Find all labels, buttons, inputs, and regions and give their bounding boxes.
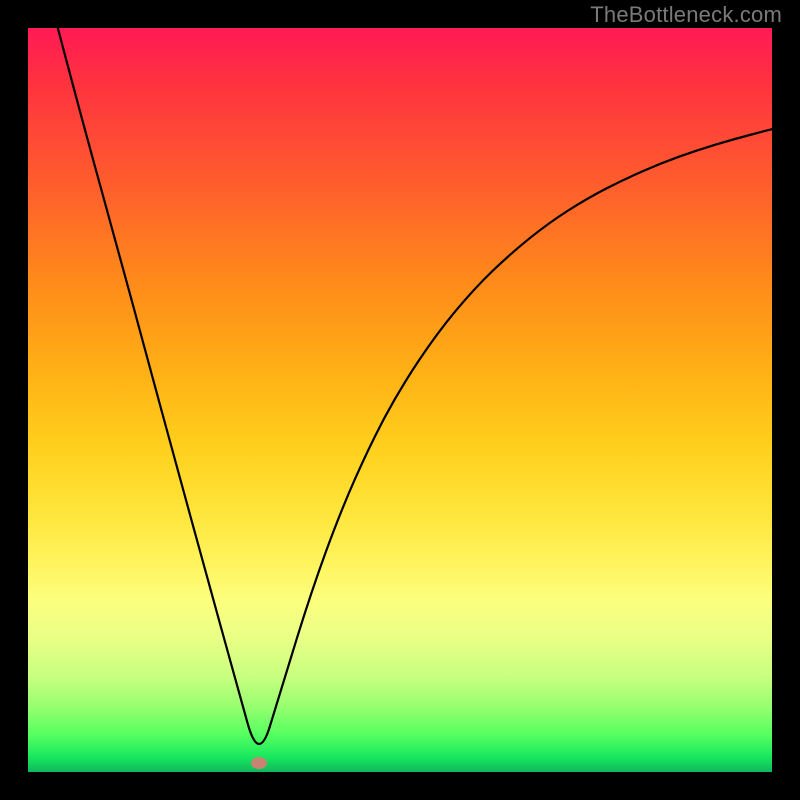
bottleneck-curve bbox=[58, 28, 772, 744]
curve-svg bbox=[28, 28, 772, 772]
watermark-text: TheBottleneck.com bbox=[590, 2, 782, 28]
minimum-marker bbox=[251, 757, 267, 769]
chart-frame: TheBottleneck.com bbox=[0, 0, 800, 800]
plot-area bbox=[28, 28, 772, 772]
